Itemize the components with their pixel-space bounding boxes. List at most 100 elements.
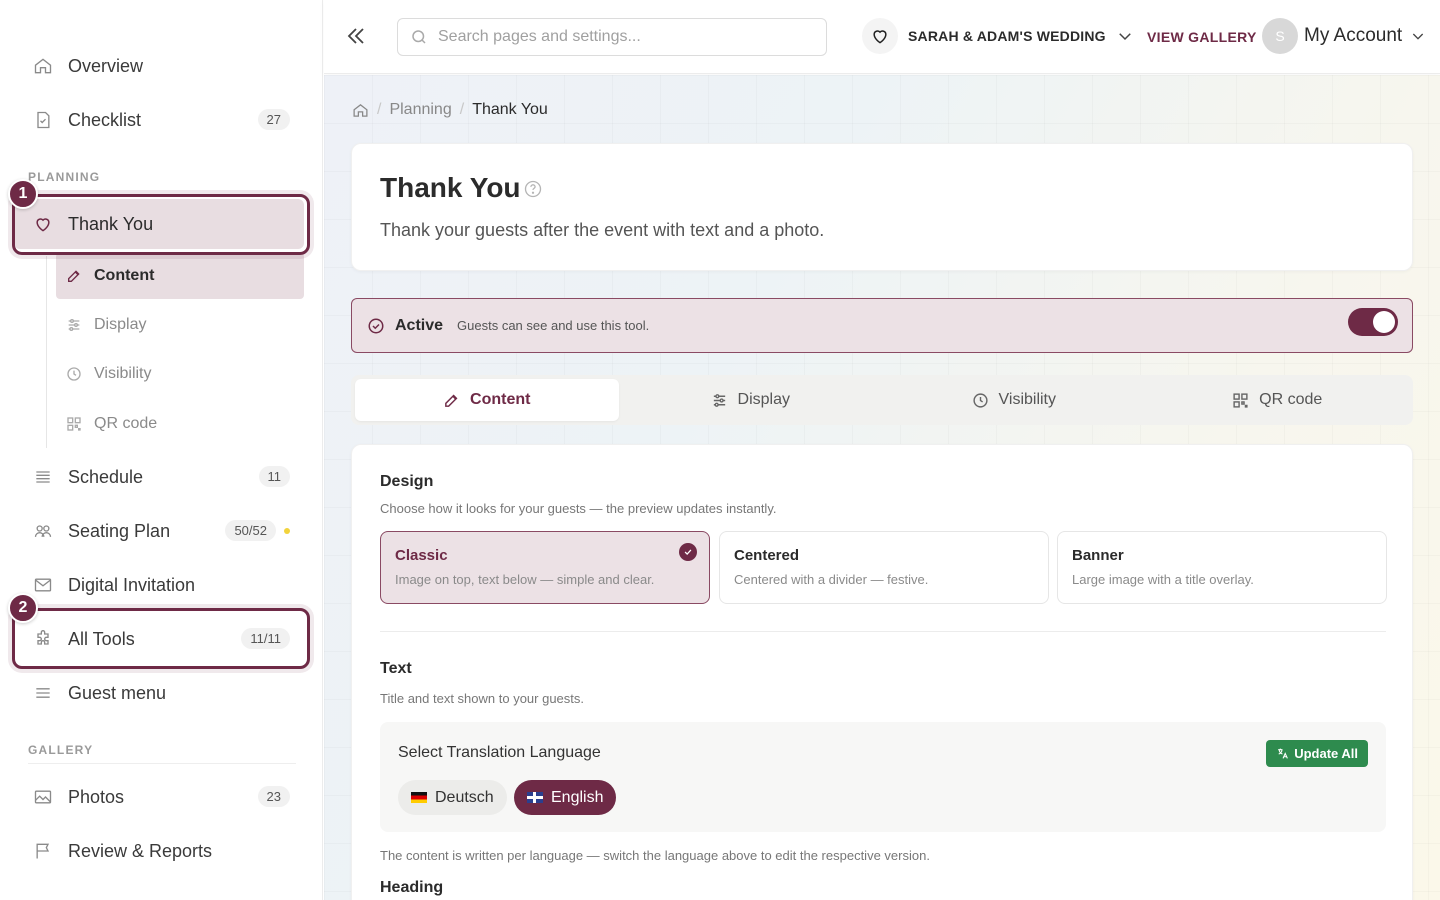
sidebar-item-label: Photos bbox=[68, 786, 125, 807]
collapse-sidebar-icon[interactable] bbox=[344, 24, 370, 50]
mail-icon bbox=[32, 574, 54, 596]
clock-icon bbox=[972, 392, 988, 408]
page-subtitle: Thank your guests after the event with t… bbox=[380, 220, 825, 240]
count-badge: 27 bbox=[257, 109, 290, 130]
sidebar-subitem-content[interactable]: Content bbox=[56, 253, 304, 299]
heading-field-label: Heading bbox=[380, 879, 444, 896]
language-option-english[interactable]: English bbox=[514, 780, 617, 815]
sidebar-item-overview[interactable]: Overview bbox=[14, 41, 304, 91]
step-marker-2: 2 bbox=[8, 593, 38, 623]
breadcrumb-current: Thank You bbox=[472, 101, 548, 118]
people-icon bbox=[32, 520, 54, 542]
active-toggle[interactable] bbox=[1348, 308, 1398, 336]
sidebar-item-digital-invitation[interactable]: Digital Invitation bbox=[14, 560, 304, 610]
sidebar-item-label: Checklist bbox=[68, 109, 142, 130]
sidebar-item-review-reports[interactable]: Review & Reports bbox=[14, 826, 304, 876]
design-option-title: Centered bbox=[734, 547, 800, 564]
chevron-down-icon bbox=[1413, 33, 1424, 40]
tab-visibility[interactable]: Visibility bbox=[882, 379, 1146, 421]
search-input[interactable]: Search pages and settings... bbox=[397, 18, 827, 56]
breadcrumb-planning[interactable]: Planning bbox=[389, 101, 451, 119]
tab-content[interactable]: Content bbox=[355, 379, 619, 421]
tab-label: Content bbox=[470, 391, 531, 408]
text-description: Title and text shown to your guests. bbox=[380, 691, 585, 706]
uk-flag-icon bbox=[527, 792, 543, 803]
event-switcher[interactable]: SARAH & ADAM'S WEDDING bbox=[862, 18, 1134, 54]
menu-icon bbox=[32, 682, 54, 704]
sidebar-item-schedule[interactable]: Schedule 11 bbox=[14, 452, 304, 502]
sidebar-item-photos[interactable]: Photos 23 bbox=[14, 772, 304, 822]
tab-label: Display bbox=[737, 391, 790, 408]
topbar: Search pages and settings... SARAH & ADA… bbox=[324, 0, 1440, 74]
sidebar: Overview Checklist 27 PLANNING Thank You… bbox=[0, 0, 323, 900]
status-dot bbox=[284, 528, 290, 534]
design-option-banner[interactable]: Banner Large image with a title overlay. bbox=[1057, 531, 1387, 604]
sidebar-subitem-visibility[interactable]: Visibility bbox=[56, 351, 304, 397]
checklist-icon bbox=[32, 109, 54, 131]
home-icon bbox=[32, 55, 54, 77]
edit-icon bbox=[66, 267, 84, 285]
status-bar: Active Guests can see and use this tool. bbox=[351, 298, 1413, 353]
design-option-title: Banner bbox=[1072, 547, 1124, 564]
check-icon bbox=[679, 543, 697, 561]
search-icon bbox=[412, 30, 426, 44]
help-icon[interactable] bbox=[523, 179, 543, 199]
event-name: SARAH & ADAM'S WEDDING bbox=[908, 28, 1106, 44]
translation-language-panel: Select Translation Language Update All D… bbox=[380, 722, 1386, 832]
sidebar-subitem-label: Visibility bbox=[94, 365, 152, 382]
sliders-icon bbox=[66, 316, 84, 334]
section-label-planning: PLANNING bbox=[28, 170, 101, 184]
design-option-title: Classic bbox=[395, 547, 448, 564]
tab-label: Visibility bbox=[998, 391, 1057, 408]
update-all-button[interactable]: Update All bbox=[1266, 740, 1368, 767]
check-circle-icon bbox=[368, 318, 384, 333]
view-gallery-link[interactable]: VIEW GALLERY bbox=[1147, 29, 1257, 45]
sidebar-item-label: Schedule bbox=[68, 466, 144, 487]
count-badge: 11 bbox=[258, 466, 290, 487]
sidebar-item-guest-menu[interactable]: Guest menu bbox=[14, 668, 304, 718]
language-option-deutsch[interactable]: Deutsch bbox=[398, 780, 507, 815]
text-heading: Text bbox=[380, 660, 412, 677]
design-option-centered[interactable]: Centered Centered with a divider — festi… bbox=[719, 531, 1049, 604]
sliders-icon bbox=[713, 393, 725, 407]
section-divider bbox=[28, 763, 296, 764]
search-placeholder: Search pages and settings... bbox=[438, 28, 641, 45]
tab-bar: Content Display Visibility QR code bbox=[351, 375, 1413, 425]
flag-icon bbox=[32, 840, 54, 862]
step-marker-1: 1 bbox=[8, 179, 38, 209]
sidebar-subitem-label: QR code bbox=[94, 415, 158, 432]
sidebar-item-checklist[interactable]: Checklist 27 bbox=[14, 95, 304, 145]
list-icon bbox=[32, 466, 54, 488]
tab-qr-code[interactable]: QR code bbox=[1146, 379, 1410, 421]
translate-icon bbox=[1278, 748, 1289, 759]
account-menu[interactable]: S My Account bbox=[1262, 18, 1426, 54]
sidebar-subitem-display[interactable]: Display bbox=[56, 302, 304, 348]
sidebar-item-seating-plan[interactable]: Seating Plan 50/52 bbox=[14, 506, 304, 556]
design-description: Choose how it looks for your guests — th… bbox=[380, 501, 777, 516]
avatar: S bbox=[1262, 18, 1298, 54]
tab-display[interactable]: Display bbox=[619, 379, 883, 421]
language-note: The content is written per language — sw… bbox=[380, 848, 930, 863]
sidebar-subitem-qr-code[interactable]: QR code bbox=[56, 401, 304, 447]
language-label: Deutsch bbox=[435, 788, 494, 806]
chevron-down-icon bbox=[1118, 33, 1131, 41]
german-flag-icon bbox=[411, 792, 427, 803]
sidebar-item-label: Guest menu bbox=[68, 682, 167, 703]
sidebar-item-label: Overview bbox=[68, 55, 144, 76]
qr-icon bbox=[66, 415, 84, 433]
home-icon[interactable] bbox=[352, 102, 369, 119]
clock-icon bbox=[66, 365, 84, 383]
breadcrumb: / Planning / Thank You bbox=[352, 101, 548, 119]
language-label: English bbox=[551, 788, 604, 806]
design-heading: Design bbox=[380, 473, 434, 490]
status-label: Active bbox=[395, 316, 444, 334]
status-description: Guests can see and use this tool. bbox=[457, 318, 650, 333]
section-divider bbox=[380, 631, 1386, 632]
sidebar-item-label: Review & Reports bbox=[68, 840, 213, 861]
count-badge: 50/52 bbox=[225, 520, 276, 541]
design-option-desc: Image on top, text below — simple and cl… bbox=[395, 572, 655, 587]
update-all-label: Update All bbox=[1294, 746, 1358, 761]
heart-icon bbox=[862, 18, 898, 54]
design-option-classic[interactable]: Classic Image on top, text below — simpl… bbox=[380, 531, 710, 604]
edit-icon bbox=[445, 394, 458, 407]
